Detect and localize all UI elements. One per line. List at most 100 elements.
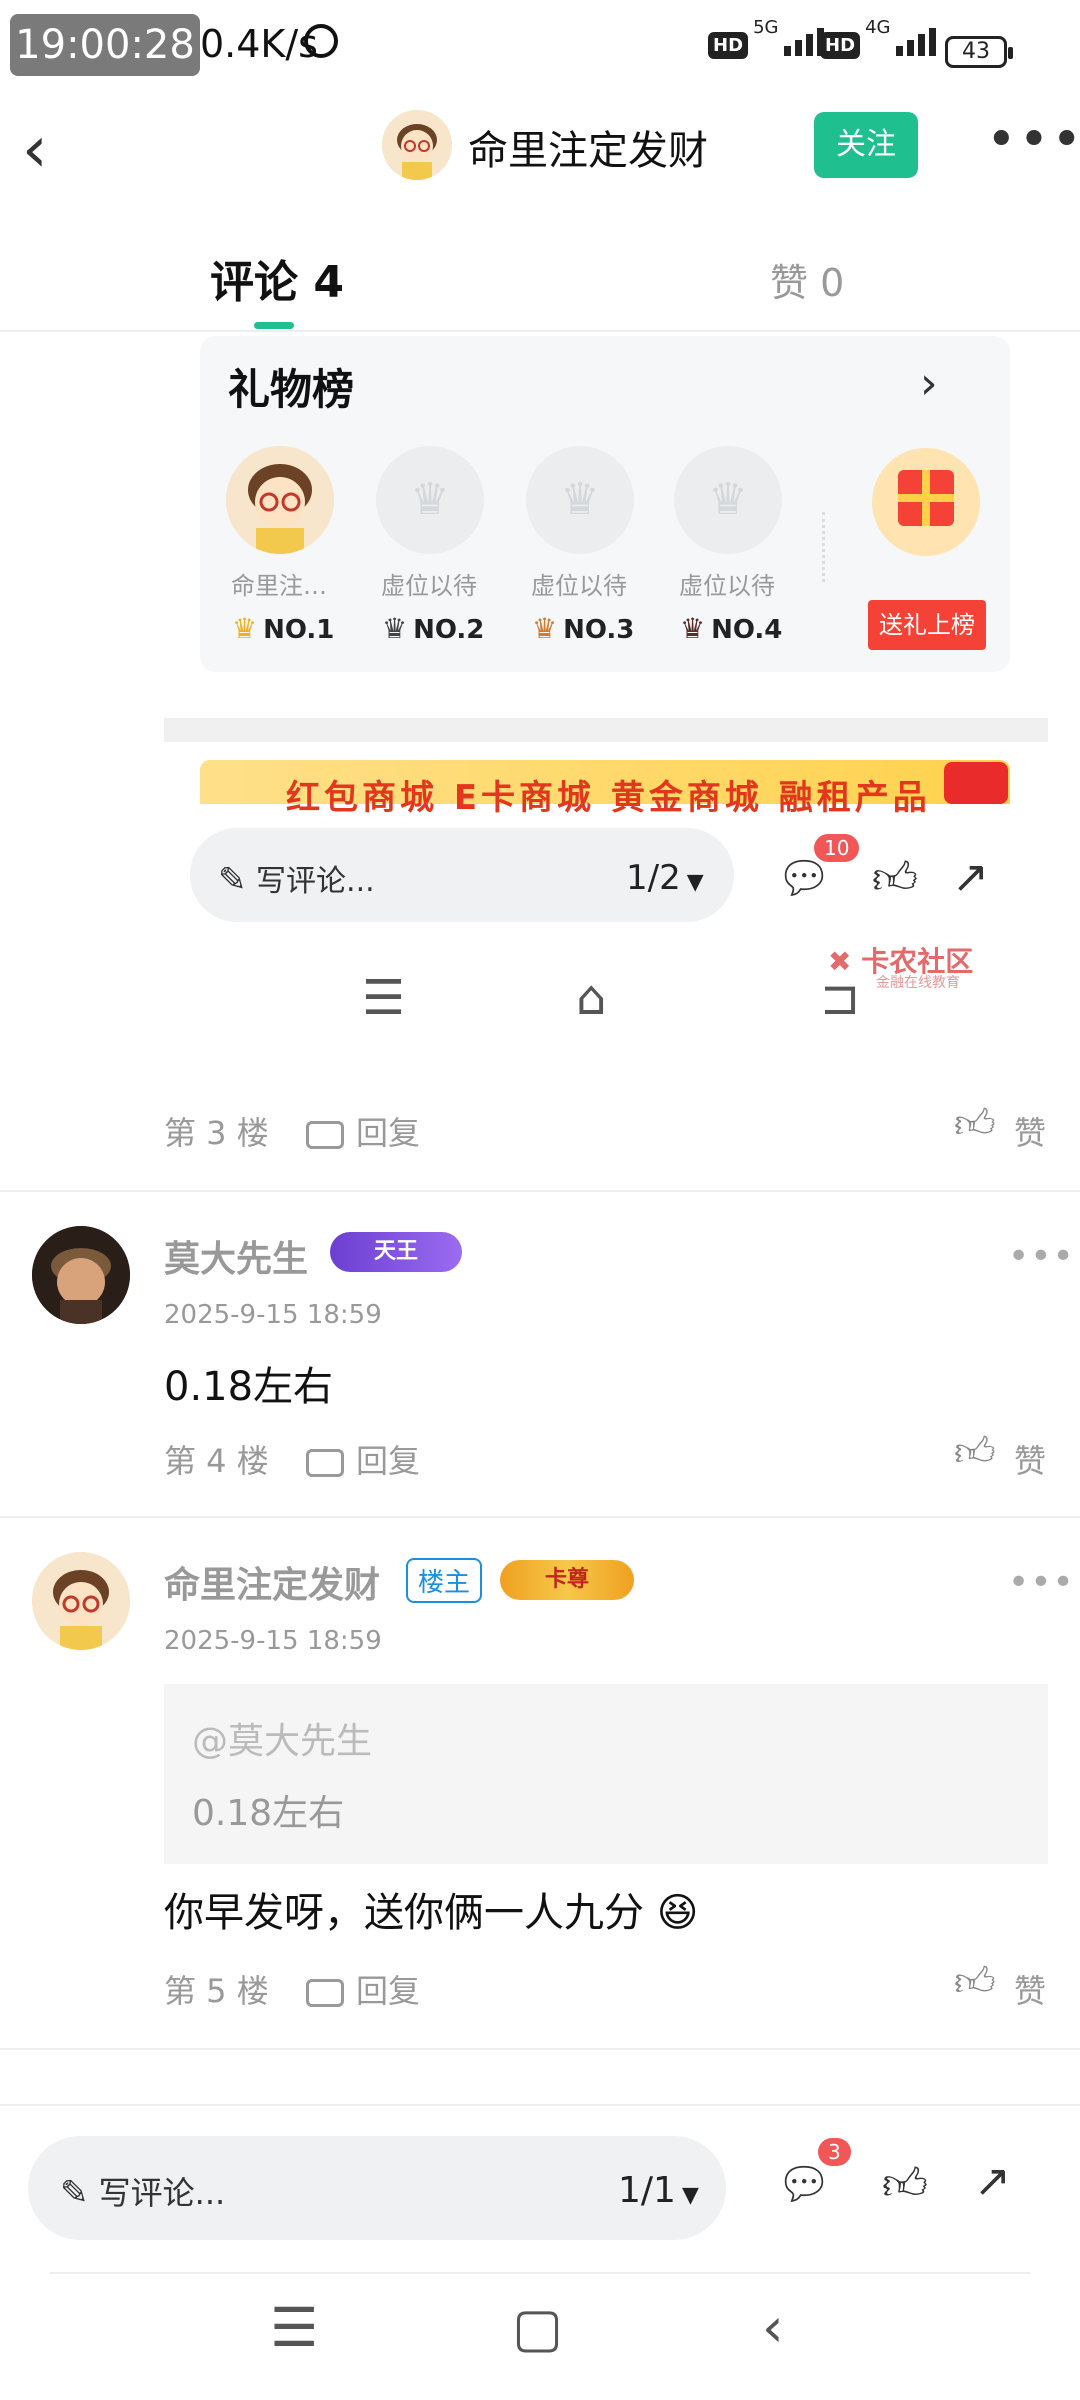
user-photo-icon (32, 1226, 130, 1324)
gift-ribbon (898, 494, 954, 502)
thumbs-up-icon[interactable]: 👍︎ (954, 1100, 996, 1148)
like-button[interactable]: 赞 (1014, 1966, 1046, 2012)
comment-icon[interactable]: 💬︎ (776, 2158, 832, 2210)
tab-comments[interactable]: 评论 4 (210, 246, 344, 310)
caret-down-icon: ▼ (681, 2183, 699, 2208)
comment-text: 你早发呀，送你俩一人九分 😆 (164, 1890, 699, 1936)
follow-button[interactable]: 关注 (814, 112, 918, 178)
more-options-icon[interactable]: ••• (1008, 1562, 1075, 1603)
divider (0, 1516, 1080, 1518)
comment-placeholder[interactable]: ✎ 写评论... (60, 2168, 225, 2214)
floor-number: 第 3 楼 (164, 1114, 269, 1152)
gift-slot-avatar[interactable] (226, 446, 334, 554)
back-button[interactable]: ‹ (22, 118, 48, 182)
alarm-icon (304, 24, 338, 58)
reply-icon (306, 1979, 344, 2007)
reply-button[interactable]: 回复 (306, 1436, 420, 1482)
menu-icon[interactable]: ☰ (270, 2296, 318, 2359)
comment-count-badge: 10 (814, 834, 860, 862)
status-time: 19:00:28 (10, 14, 200, 76)
gift-slot-label: 虚位以待 (679, 572, 775, 600)
reply-icon (306, 1121, 344, 1149)
hd-icon: HD (708, 32, 749, 59)
network-gen: 5G (753, 17, 779, 38)
cartoon-avatar-icon (226, 446, 334, 554)
divider (50, 2272, 1030, 2274)
timestamp: 2025-9-15 18:59 (164, 1626, 382, 1656)
tab-active-indicator (254, 322, 294, 329)
owner-tag: 楼主 (406, 1558, 483, 1603)
avatar[interactable] (32, 1552, 130, 1650)
avatar[interactable] (32, 1226, 130, 1324)
like-button[interactable]: 赞 (1014, 1436, 1046, 1482)
battery-icon: 43 (945, 36, 1013, 68)
gift-slot-label: 命里注… (231, 572, 327, 600)
embedded-write-placeholder: ✎ 写评论... (218, 860, 375, 900)
comment-text: 0.18左右 (164, 1364, 334, 1410)
caret-down-icon: ▼ (686, 870, 704, 895)
reply-button[interactable]: 回复 (306, 1108, 420, 1154)
divider (0, 330, 1080, 332)
laughing-emoji-icon: 😆 (656, 1890, 699, 1936)
quoted-comment[interactable] (164, 1684, 1048, 1864)
reply-button[interactable]: 回复 (306, 1966, 420, 2012)
bronze-crown-icon: ♛ (532, 612, 558, 645)
embedded-page-indicator: 1/2 ▼ (626, 858, 704, 898)
watermark-subtitle: 金融在线教育 (876, 975, 960, 991)
level-badge: 卡尊 (500, 1560, 634, 1600)
more-options-icon[interactable]: ••• (986, 114, 1080, 166)
back-nav-icon: ⊐ (820, 970, 861, 1026)
level-badge: 天王 (330, 1232, 462, 1272)
page-selector[interactable]: 1/1 ▼ (618, 2170, 699, 2211)
gift-slot-label: 虚位以待 (531, 572, 627, 600)
page-title: 命里注定发财 (468, 128, 708, 174)
status-bar: 19:00:28 0.4K/s HD 5G HD 4G 43 (0, 0, 1080, 100)
home-icon: ⌂ (576, 970, 607, 1026)
crown-placeholder-icon: ♛ (410, 474, 450, 525)
gift-slot-empty: ♛ (674, 446, 782, 554)
section-divider (164, 718, 1048, 742)
rank-label: ♛ NO.1 (232, 612, 335, 645)
gift-slot-empty: ♛ (376, 446, 484, 554)
divider (822, 512, 828, 582)
pencil-icon: ✎ (60, 2173, 89, 2213)
divider (0, 1190, 1080, 1192)
share-icon[interactable]: ↗ (974, 2156, 1011, 2207)
banner-text: 红包商城 E卡商城 黄金商城 融租产品 (286, 778, 931, 818)
like-button[interactable]: 赞 (1014, 1108, 1046, 1154)
send-gift-button[interactable]: 送礼上榜 (868, 600, 986, 650)
back-nav-icon[interactable]: ‹ (762, 2296, 784, 2359)
network-gen: 4G (865, 17, 891, 38)
rank-label: ♛ NO.3 (532, 612, 635, 645)
floor-number: 第 4 楼 (164, 1442, 269, 1480)
gold-crown-icon: ♛ (232, 612, 258, 645)
net-speed: 0.4K/s (200, 22, 318, 66)
quoted-text: 0.18左右 (192, 1793, 345, 1834)
pencil-icon: ✎ (218, 860, 247, 900)
gift-slot-empty: ♛ (526, 446, 634, 554)
cartoon-avatar-icon (32, 1552, 130, 1650)
reply-icon (306, 1449, 344, 1477)
thumbs-up-icon[interactable]: 👍︎ (954, 1958, 996, 2006)
thumbs-up-icon[interactable]: 👍︎ (882, 2158, 928, 2211)
tab-likes[interactable]: 赞 0 (770, 252, 844, 307)
crown-placeholder-icon: ♛ (560, 474, 600, 525)
rank-label: ♛ NO.2 (382, 612, 485, 645)
sim2-signal: HD 4G (820, 17, 940, 68)
quoted-user: @莫大先生 (192, 1721, 373, 1762)
more-options-icon[interactable]: ••• (1008, 1236, 1075, 1277)
menu-icon: ☰ (362, 970, 406, 1026)
divider (0, 2048, 1080, 2050)
username[interactable]: 莫大先生 (164, 1230, 308, 1282)
thumbs-up-icon: 👍︎ (872, 853, 918, 904)
home-square-icon[interactable]: ▢ (512, 2296, 563, 2359)
avatar[interactable] (382, 110, 452, 180)
username[interactable]: 命里注定发财 (164, 1556, 380, 1608)
floor-number: 第 5 楼 (164, 1972, 269, 2010)
signal-bars-icon (895, 28, 940, 56)
chevron-right-icon[interactable]: › (920, 358, 938, 409)
silver-crown-icon: ♛ (382, 612, 408, 645)
share-icon: ↗ (952, 852, 989, 903)
gift-board-title: 礼物榜 (228, 365, 355, 414)
thumbs-up-icon[interactable]: 👍︎ (954, 1428, 996, 1476)
